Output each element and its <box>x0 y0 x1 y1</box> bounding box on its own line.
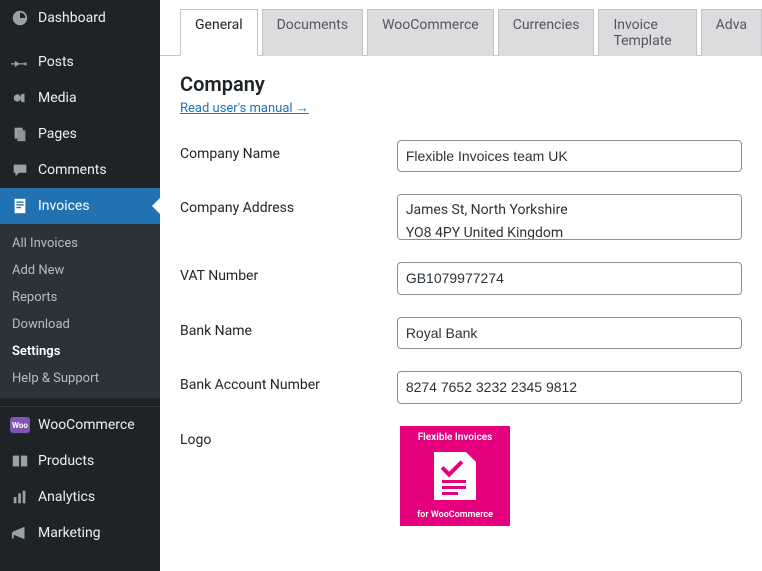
woocommerce-icon: Woo <box>10 415 30 435</box>
submenu-item-reports[interactable]: Reports <box>0 284 160 311</box>
sidebar-item-label: Comments <box>38 162 107 178</box>
products-icon <box>10 451 30 471</box>
sidebar-item-media[interactable]: Media <box>0 80 160 116</box>
logo-preview[interactable]: Flexible Invoices for WooCommerce <box>400 426 510 526</box>
sidebar-item-label: WooCommerce <box>38 417 135 433</box>
bank-name-input[interactable] <box>397 317 742 349</box>
sidebar-item-label: Pages <box>38 126 77 142</box>
label-bank-acct: Bank Account Number <box>180 371 397 393</box>
sidebar-submenu-invoices: All Invoices Add New Reports Download Se… <box>0 224 160 398</box>
submenu-item-add-new[interactable]: Add New <box>0 257 160 284</box>
sidebar-item-label: Analytics <box>38 489 95 505</box>
label-bank-name: Bank Name <box>180 317 397 339</box>
sidebar-item-invoices[interactable]: Invoices <box>0 188 160 224</box>
submenu-item-all-invoices[interactable]: All Invoices <box>0 230 160 257</box>
sidebar-item-label: Invoices <box>38 198 90 214</box>
row-bank-name: Bank Name <box>180 317 742 349</box>
admin-sidebar: Dashboard Posts Media Pages Comments Inv… <box>0 0 160 571</box>
sidebar-item-marketing[interactable]: Marketing <box>0 515 160 551</box>
sidebar-item-woocommerce[interactable]: Woo WooCommerce <box>0 407 160 443</box>
logo-text-bottom: for WooCommerce <box>417 510 493 520</box>
sidebar-item-label: Dashboard <box>38 10 106 26</box>
main-content: General Documents WooCommerce Currencies… <box>160 0 762 571</box>
settings-tabs: General Documents WooCommerce Currencies… <box>160 0 762 56</box>
vat-input[interactable] <box>397 262 742 294</box>
tab-currencies[interactable]: Currencies <box>498 9 595 56</box>
sidebar-item-label: Media <box>38 90 77 106</box>
invoice-icon <box>10 196 30 216</box>
sidebar-item-products[interactable]: Products <box>0 443 160 479</box>
row-company-name: Company Name <box>180 140 742 172</box>
logo-text-top: Flexible Invoices <box>418 432 493 443</box>
sidebar-item-label: Marketing <box>38 525 101 541</box>
submenu-item-help-support[interactable]: Help & Support <box>0 365 160 392</box>
sidebar-item-pages[interactable]: Pages <box>0 116 160 152</box>
tab-advanced[interactable]: Adva <box>701 9 762 56</box>
tab-invoice-template[interactable]: Invoice Template <box>598 9 696 56</box>
sidebar-item-posts[interactable]: Posts <box>0 44 160 80</box>
dashboard-icon <box>10 8 30 28</box>
row-bank-acct: Bank Account Number <box>180 371 742 403</box>
pin-icon <box>10 52 30 72</box>
row-company-address: Company Address <box>180 194 742 240</box>
media-icon <box>10 88 30 108</box>
submenu-item-download[interactable]: Download <box>0 311 160 338</box>
company-name-input[interactable] <box>397 140 742 172</box>
label-logo: Logo <box>180 426 400 448</box>
row-vat: VAT Number <box>180 262 742 294</box>
read-manual-link[interactable]: Read user's manual → <box>180 100 309 116</box>
row-logo: Logo Flexible Invoices for WooCommerce <box>180 426 742 526</box>
marketing-icon <box>10 523 30 543</box>
bank-account-input[interactable] <box>397 371 742 403</box>
submenu-item-settings[interactable]: Settings <box>0 338 160 365</box>
label-company-name: Company Name <box>180 140 397 162</box>
tab-general[interactable]: General <box>180 9 258 56</box>
sidebar-item-comments[interactable]: Comments <box>0 152 160 188</box>
pages-icon <box>10 124 30 144</box>
sidebar-item-dashboard[interactable]: Dashboard <box>0 0 160 36</box>
logo-document-icon <box>434 452 476 500</box>
tab-woocommerce[interactable]: WooCommerce <box>367 9 494 56</box>
settings-panel: Company Read user's manual → Company Nam… <box>160 56 762 564</box>
sidebar-item-label: Products <box>38 453 94 469</box>
label-vat: VAT Number <box>180 262 397 284</box>
sidebar-item-analytics[interactable]: Analytics <box>0 479 160 515</box>
section-title: Company <box>180 72 742 96</box>
comments-icon <box>10 160 30 180</box>
label-company-address: Company Address <box>180 194 397 216</box>
analytics-icon <box>10 487 30 507</box>
company-address-input[interactable] <box>397 194 742 240</box>
sidebar-item-label: Posts <box>38 54 74 70</box>
tab-documents[interactable]: Documents <box>262 9 363 56</box>
